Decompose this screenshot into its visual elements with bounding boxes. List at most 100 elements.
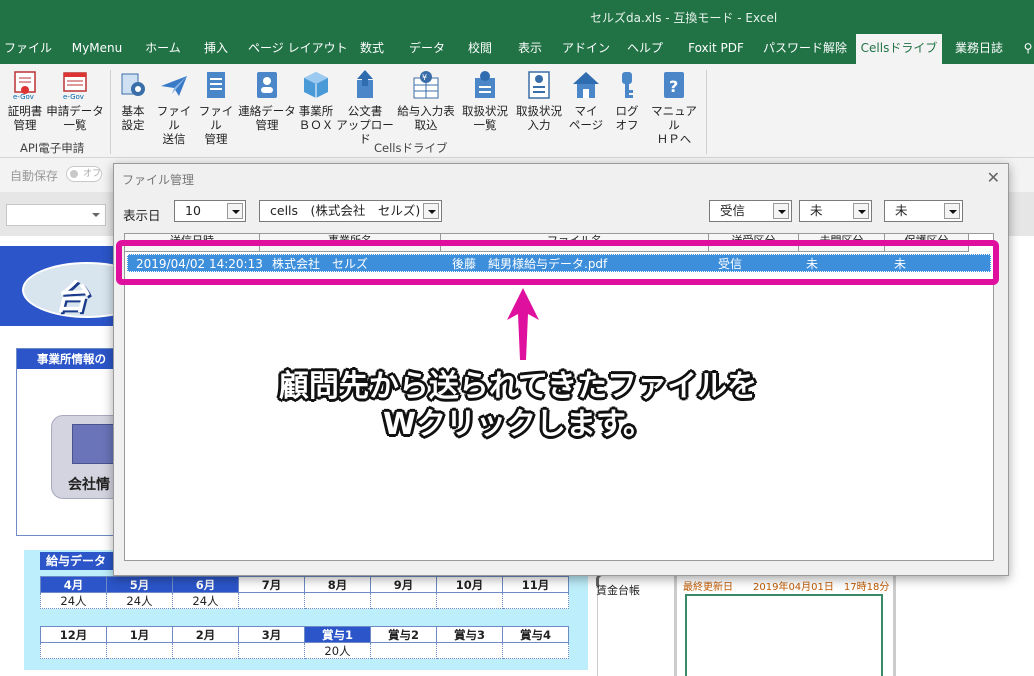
tab-password-remove[interactable]: パスワード解除: [760, 34, 850, 64]
month-cell[interactable]: 4月: [40, 576, 107, 593]
tab-file[interactable]: ファイル: [0, 34, 56, 64]
group-label-cells-drive: Cellsドライブ: [374, 141, 448, 155]
file-manage-button[interactable]: ファイル 管理: [196, 70, 236, 146]
group-label-api: API電子申請: [20, 141, 85, 155]
count-cell: [40, 642, 107, 659]
autosave-toggle[interactable]: オフ: [66, 166, 102, 182]
count-cell: [502, 592, 569, 609]
display-days-value: 10: [185, 203, 201, 218]
certificate-icon: e-Gov: [11, 70, 39, 101]
paper-plane-icon: [160, 70, 188, 100]
tab-business-diary[interactable]: 業務日誌: [948, 34, 1010, 64]
application-list-button[interactable]: e-Gov 申請データ 一覧: [46, 70, 104, 132]
month-cell[interactable]: 1月: [106, 626, 173, 643]
status-list-button[interactable]: 取扱状況 一覧: [458, 70, 512, 132]
tab-foxit-pdf[interactable]: Foxit PDF: [680, 34, 752, 64]
month-cell[interactable]: 6月: [172, 576, 239, 593]
bonus-cell[interactable]: 賞与4: [502, 626, 569, 643]
bonus-cell[interactable]: 賞与2: [370, 626, 437, 643]
log-off-button[interactable]: ログ オフ: [608, 70, 646, 132]
title-bar: セルズda.xls - 互換モード - Excel: [0, 0, 1034, 34]
tab-help[interactable]: ヘルプ: [622, 34, 668, 64]
chevron-down-icon: [423, 203, 439, 219]
sheet-banner: 台: [0, 246, 152, 326]
chevron-down-icon: [773, 203, 789, 219]
file-send-button[interactable]: ファイル 送信: [154, 70, 194, 146]
window-title: セルズda.xls - 互換モード - Excel: [590, 11, 778, 25]
count-cell: 20人: [304, 642, 371, 659]
basic-settings-button[interactable]: 基本 設定: [114, 70, 152, 132]
highlight-box: [116, 240, 999, 285]
office-box-button[interactable]: 事業所 ＢＯＸ: [296, 70, 336, 132]
dialog-title: ファイル管理: [122, 173, 195, 187]
display-days-label: 表示日: [123, 208, 161, 223]
building-icon: [72, 424, 118, 464]
tab-page-layout[interactable]: ページ レイアウト: [248, 34, 348, 64]
month-cell[interactable]: 2月: [172, 626, 239, 643]
contact-data-button[interactable]: 連絡データ 管理: [238, 70, 296, 132]
name-box[interactable]: [6, 204, 106, 226]
yen-table-icon: ¥: [412, 70, 440, 100]
autosave-label: 自動保存: [10, 169, 59, 183]
tab-cells-drive[interactable]: Cellsドライブ: [856, 34, 942, 64]
update-box: 最終更新日 2019年04月01日 17時18分: [674, 574, 896, 676]
count-cell: [172, 642, 239, 659]
company-select[interactable]: cells (株式会社 セルズ): [259, 200, 442, 222]
month-cell[interactable]: 8月: [304, 576, 371, 593]
caption-line-2: Wクリックします。: [382, 407, 654, 442]
month-cell[interactable]: 10月: [436, 576, 503, 593]
file-icon: [202, 70, 230, 100]
bonus-cell[interactable]: 賞与3: [436, 626, 503, 643]
tab-formulas[interactable]: 数式: [352, 34, 392, 64]
count-cell: [238, 592, 305, 609]
count-cell: [502, 642, 569, 659]
tab-mymenu[interactable]: MyMenu: [60, 34, 134, 64]
ribbon: e-Gov 証明書 管理 e-Gov 申請データ 一覧 API電子申請 基本 設…: [0, 64, 1034, 158]
group-separator: [706, 70, 707, 154]
month-cell[interactable]: 9月: [370, 576, 437, 593]
group-separator: [110, 70, 111, 154]
chevron-down-icon: [227, 203, 243, 219]
month-cell[interactable]: 3月: [238, 626, 305, 643]
month-cell[interactable]: 11月: [502, 576, 569, 593]
tab-insert[interactable]: 挿入: [196, 34, 236, 64]
tab-data[interactable]: データ: [404, 34, 450, 64]
bonus-cell[interactable]: 賞与1: [304, 626, 371, 643]
svg-text:¥: ¥: [422, 73, 427, 82]
office-info-header: 事業所情報の: [17, 349, 125, 369]
svg-text:e-Gov: e-Gov: [63, 93, 84, 100]
read-filter-select[interactable]: 未: [799, 200, 872, 222]
display-days-select[interactable]: 10: [174, 200, 246, 222]
home-icon: [572, 70, 600, 100]
logo-text: 台: [54, 278, 88, 318]
contact-card-icon: [253, 70, 281, 100]
search-icon[interactable]: ⚲: [1022, 34, 1034, 64]
svg-text:e-Gov: e-Gov: [13, 93, 34, 100]
salary-months-table-1: 4月 5月 6月 7月 8月 9月 10月 11月 24人 24人 24人: [40, 576, 569, 609]
svg-text:?: ?: [669, 77, 678, 96]
manual-hp-button[interactable]: ? マニュアル ＨＰへ: [646, 70, 702, 146]
month-cell[interactable]: 7月: [238, 576, 305, 593]
salary-months-table-2: 12月 1月 2月 3月 賞与1 賞与2 賞与3 賞与4 20人: [40, 626, 569, 659]
saved-filter-select[interactable]: 未: [884, 200, 963, 222]
wage-ledger-label[interactable]: 賃金台帳: [596, 582, 640, 598]
salary-import-button[interactable]: ¥ 給与入力表 取込: [394, 70, 458, 132]
my-page-button[interactable]: マイ ページ: [566, 70, 606, 132]
certificate-button[interactable]: e-Gov 証明書 管理: [4, 70, 46, 132]
direction-filter-select[interactable]: 受信: [709, 200, 792, 222]
tab-home[interactable]: ホーム: [140, 34, 186, 64]
status-input-icon: [525, 70, 553, 100]
count-cell: [304, 592, 371, 609]
tab-view[interactable]: 表示: [510, 34, 550, 64]
application-list-icon: e-Gov: [61, 70, 89, 101]
tab-addins[interactable]: アドイン: [560, 34, 612, 64]
month-cell[interactable]: 5月: [106, 576, 173, 593]
close-icon[interactable]: ✕: [987, 168, 1000, 187]
tab-review[interactable]: 校閲: [460, 34, 500, 64]
count-cell: 24人: [172, 592, 239, 609]
month-cell[interactable]: 12月: [40, 626, 107, 643]
document-upload-button[interactable]: 公文書 アップロード: [336, 70, 394, 146]
help-icon: ?: [660, 70, 688, 100]
count-cell: 24人: [40, 592, 107, 609]
status-input-button[interactable]: 取扱状況 入力: [512, 70, 566, 132]
